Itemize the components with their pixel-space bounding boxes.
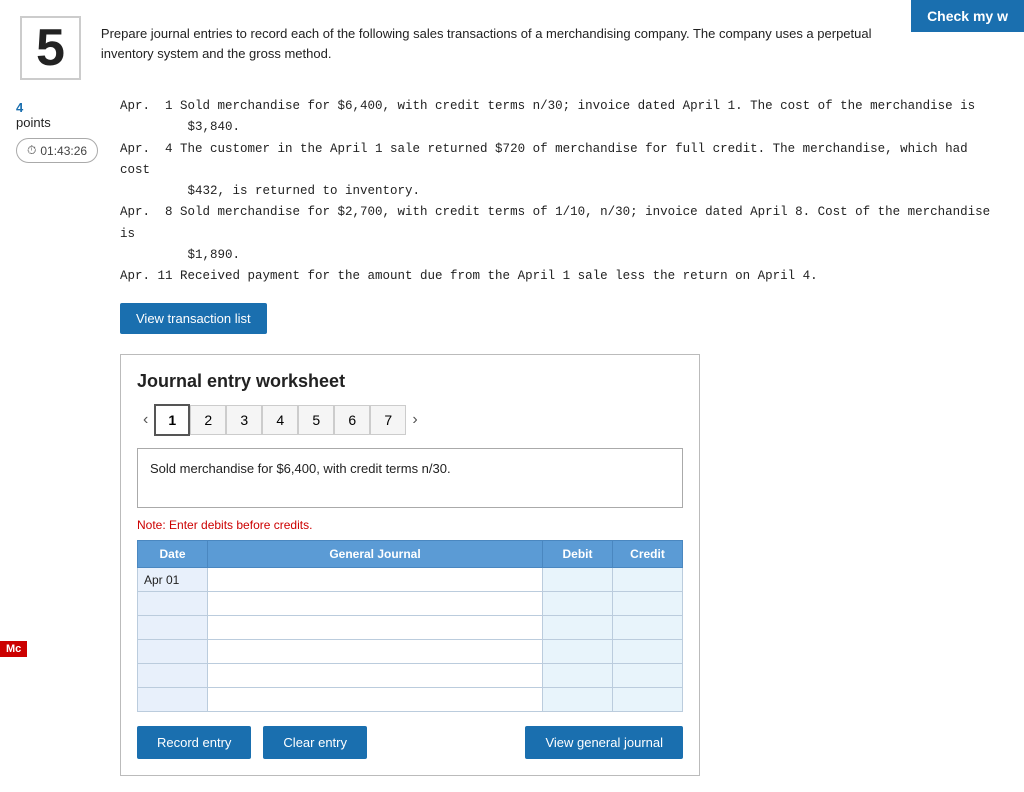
transaction-line: $432, is returned to inventory. <box>120 181 1004 202</box>
timer-icon: ⏱ <box>27 143 36 158</box>
debit-input[interactable] <box>543 688 612 711</box>
points-value: 4 <box>16 100 98 115</box>
date-input[interactable] <box>138 640 207 663</box>
timer: ⏱ 01:43:26 <box>16 138 98 163</box>
credit-input[interactable] <box>613 664 682 687</box>
col-debit: Debit <box>543 541 613 568</box>
debit-input[interactable] <box>543 616 612 639</box>
col-general-journal: General Journal <box>208 541 543 568</box>
transaction-line: Apr. 8 Sold merchandise for $2,700, with… <box>120 202 1004 245</box>
tab-5[interactable]: 5 <box>298 405 334 435</box>
tab-1[interactable]: 1 <box>154 404 190 436</box>
debit-cell[interactable] <box>543 568 613 592</box>
credit-cell[interactable] <box>613 688 683 712</box>
next-tab-arrow[interactable]: › <box>406 411 423 429</box>
clear-entry-button[interactable]: Clear entry <box>263 726 367 759</box>
gj-input[interactable] <box>208 688 542 711</box>
gj-cell[interactable] <box>208 688 543 712</box>
points-label: points <box>16 115 98 130</box>
credit-cell[interactable] <box>613 616 683 640</box>
gj-input[interactable] <box>208 664 542 687</box>
table-row <box>138 664 683 688</box>
prev-tab-arrow[interactable]: ‹ <box>137 411 154 429</box>
record-entry-button[interactable]: Record entry <box>137 726 251 759</box>
col-credit: Credit <box>613 541 683 568</box>
credit-cell[interactable] <box>613 568 683 592</box>
transaction-line: $1,890. <box>120 245 1004 266</box>
gj-input[interactable] <box>208 568 542 591</box>
tab-6[interactable]: 6 <box>334 405 370 435</box>
transaction-line: Apr. 4 The customer in the April 1 sale … <box>120 139 1004 182</box>
gj-cell[interactable] <box>208 592 543 616</box>
tab-navigation: ‹ 1 2 3 4 5 6 7 › <box>137 404 683 436</box>
left-sidebar: 4 points ⏱ 01:43:26 <box>16 100 98 163</box>
debit-input[interactable] <box>543 640 612 663</box>
check-button[interactable]: Check my w <box>911 0 1024 32</box>
date-input[interactable] <box>138 592 207 615</box>
table-row <box>138 616 683 640</box>
debit-input[interactable] <box>543 568 612 591</box>
debit-input[interactable] <box>543 592 612 615</box>
credit-cell[interactable] <box>613 640 683 664</box>
debit-cell[interactable] <box>543 664 613 688</box>
gj-cell[interactable] <box>208 640 543 664</box>
date-cell[interactable] <box>138 616 208 640</box>
transaction-line: Apr. 11 Received payment for the amount … <box>120 266 1004 287</box>
tab-2[interactable]: 2 <box>190 405 226 435</box>
date-value: Apr 01 <box>138 569 185 591</box>
debit-cell[interactable] <box>543 616 613 640</box>
gj-input[interactable] <box>208 592 542 615</box>
question-header: 5 Prepare journal entries to record each… <box>20 16 1004 80</box>
debit-cell[interactable] <box>543 592 613 616</box>
question-text: Prepare journal entries to record each o… <box>101 24 901 63</box>
timer-value: 01:43:26 <box>40 144 87 158</box>
debit-credit-note: Note: Enter debits before credits. <box>137 518 683 532</box>
credit-input[interactable] <box>613 616 682 639</box>
journal-entry-worksheet: Journal entry worksheet ‹ 1 2 3 4 5 6 7 … <box>120 354 700 776</box>
table-row: Apr 01 <box>138 568 683 592</box>
credit-input[interactable] <box>613 568 682 591</box>
tab-7[interactable]: 7 <box>370 405 406 435</box>
credit-cell[interactable] <box>613 592 683 616</box>
credit-input[interactable] <box>613 640 682 663</box>
gj-cell[interactable] <box>208 664 543 688</box>
table-row <box>138 640 683 664</box>
tab-3[interactable]: 3 <box>226 405 262 435</box>
entry-description: Sold merchandise for $6,400, with credit… <box>137 448 683 508</box>
date-cell[interactable] <box>138 688 208 712</box>
date-cell[interactable] <box>138 664 208 688</box>
credit-input[interactable] <box>613 592 682 615</box>
check-label: Check my w <box>927 8 1008 24</box>
tab-4[interactable]: 4 <box>262 405 298 435</box>
credit-cell[interactable] <box>613 664 683 688</box>
gj-cell[interactable] <box>208 568 543 592</box>
table-row <box>138 592 683 616</box>
debit-input[interactable] <box>543 664 612 687</box>
question-number: 5 <box>20 16 81 80</box>
gj-input[interactable] <box>208 616 542 639</box>
view-general-journal-button[interactable]: View general journal <box>525 726 683 759</box>
gj-input[interactable] <box>208 640 542 663</box>
transaction-line: Apr. 1 Sold merchandise for $6,400, with… <box>120 96 1004 117</box>
col-date: Date <box>138 541 208 568</box>
credit-input[interactable] <box>613 688 682 711</box>
transactions-text: Apr. 1 Sold merchandise for $6,400, with… <box>120 96 1004 287</box>
mc-badge: Mc <box>0 641 27 657</box>
date-cell: Apr 01 <box>138 568 208 592</box>
debit-cell[interactable] <box>543 640 613 664</box>
debit-cell[interactable] <box>543 688 613 712</box>
gj-cell[interactable] <box>208 616 543 640</box>
date-input[interactable] <box>138 664 207 687</box>
view-transaction-button[interactable]: View transaction list <box>120 303 267 334</box>
worksheet-title: Journal entry worksheet <box>137 371 683 392</box>
date-input[interactable] <box>138 688 207 711</box>
action-buttons: Record entry Clear entry View general jo… <box>137 726 683 759</box>
table-row <box>138 688 683 712</box>
date-cell[interactable] <box>138 592 208 616</box>
date-input[interactable] <box>138 616 207 639</box>
transaction-line: $3,840. <box>120 117 1004 138</box>
date-cell[interactable] <box>138 640 208 664</box>
journal-table: Date General Journal Debit Credit Apr 01 <box>137 540 683 712</box>
